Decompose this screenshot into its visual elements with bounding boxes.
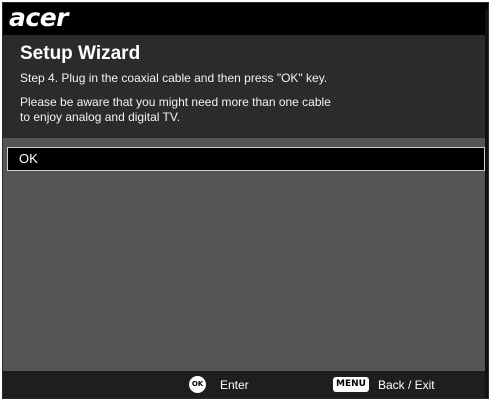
tv-osd-screen: acer Setup Wizard Step 4. Plug in the co…	[2, 2, 489, 399]
menu-key-icon: MENU	[333, 377, 369, 392]
ok-key-icon: OK	[189, 376, 206, 393]
wizard-header: Setup Wizard Step 4. Plug in the coaxial…	[3, 35, 488, 138]
cable-note: Please be aware that you might need more…	[20, 95, 331, 125]
enter-hint-label: Enter	[220, 377, 249, 392]
key-hint-bar: OK Enter MENU Back / Exit	[3, 371, 488, 398]
step-instruction: Step 4. Plug in the coaxial cable and th…	[20, 71, 328, 85]
page-title: Setup Wizard	[20, 43, 141, 64]
cable-note-line-1: Please be aware that you might need more…	[20, 95, 331, 109]
screen-edge-shadow	[485, 9, 488, 398]
acer-logo: acer	[9, 3, 68, 32]
enter-hint: OK Enter	[189, 371, 249, 398]
back-exit-hint-label: Back / Exit	[377, 377, 435, 392]
ok-option[interactable]: OK	[7, 147, 485, 171]
brand-bar: acer	[3, 3, 488, 35]
back-exit-hint: MENU Back / Exit	[333, 371, 435, 398]
cable-note-line-2: to enjoy analog and digital TV.	[20, 110, 181, 124]
